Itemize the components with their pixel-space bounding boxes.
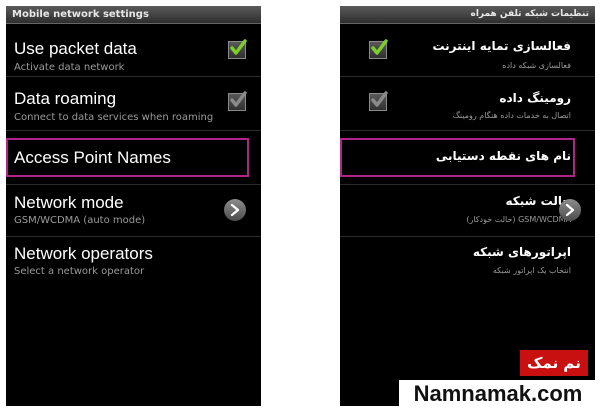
data-roaming-checkbox[interactable] (369, 91, 388, 111)
checkmark-icon (230, 91, 247, 107)
chevron-right-icon (565, 204, 575, 216)
setting-summary: Connect to data services when roaming (14, 112, 214, 123)
chevron-right-icon (230, 204, 240, 216)
screen-title: Mobile network settings (6, 6, 261, 24)
setting-label: اپراتورهای شبکه (472, 245, 571, 259)
checkmark-icon (230, 39, 247, 55)
setting-label: Data roaming (14, 89, 117, 108)
screen-title: تنظیمات شبکه تلفن همراه (340, 6, 595, 24)
setting-network-operators[interactable]: Network operators Select a network opera… (6, 237, 261, 289)
setting-summary: Activate data network (14, 62, 125, 73)
setting-network-operators[interactable]: اپراتورهای شبکه انتخاب یک اپراتور شبکه (340, 237, 595, 289)
setting-data-roaming[interactable]: رومینگ داده اتصال به خدمات داده هنگام رو… (340, 77, 595, 131)
setting-use-packet-data[interactable]: Use packet data Activate data network (6, 24, 261, 77)
setting-summary: GSM/WCDMA (auto mode) (14, 215, 146, 226)
setting-label: رومینگ داده (499, 91, 571, 105)
setting-label: نام های نقطه دستیابی (435, 149, 571, 163)
setting-summary: Select a network operator (14, 266, 145, 277)
setting-label: Use packet data (14, 39, 137, 58)
setting-network-mode[interactable]: حالت شبکه GSM/WCDMA (حالت خودکار) (340, 185, 595, 237)
site-watermark: Namnamak.com (399, 380, 597, 408)
checkmark-icon (371, 39, 388, 55)
setting-use-packet-data[interactable]: فعالسازی تمایه اینترنت فعالسازی شبکه داد… (340, 24, 595, 77)
setting-summary: انتخاب یک اپراتور شبکه (492, 266, 571, 275)
network-mode-chevron[interactable] (224, 199, 246, 221)
setting-access-point-names[interactable]: نام های نقطه دستیابی (340, 131, 595, 185)
data-roaming-checkbox[interactable] (228, 91, 247, 111)
setting-summary: فعالسازی شبکه داده (502, 61, 571, 70)
setting-label: Access Point Names (14, 148, 171, 167)
brand-logo: نم نمک (520, 350, 588, 376)
setting-label: Network operators (14, 244, 153, 263)
checkmark-icon (371, 91, 388, 107)
packet-data-checkbox[interactable] (369, 39, 388, 59)
setting-access-point-names[interactable]: Access Point Names (6, 131, 261, 185)
network-mode-chevron[interactable] (559, 199, 581, 221)
setting-summary: GSM/WCDMA (حالت خودکار) (466, 215, 571, 224)
setting-network-mode[interactable]: Network mode GSM/WCDMA (auto mode) (6, 185, 261, 237)
settings-screen-persian: تنظیمات شبکه تلفن همراه فعالسازی تمایه ا… (340, 6, 595, 406)
setting-label: Network mode (14, 193, 124, 212)
setting-data-roaming[interactable]: Data roaming Connect to data services wh… (6, 77, 261, 131)
setting-summary: اتصال به خدمات داده هنگام رومینگ (452, 111, 571, 120)
packet-data-checkbox[interactable] (228, 39, 247, 59)
setting-label: فعالسازی تمایه اینترنت (432, 39, 571, 53)
settings-screen-english: Mobile network settings Use packet data … (6, 6, 261, 406)
